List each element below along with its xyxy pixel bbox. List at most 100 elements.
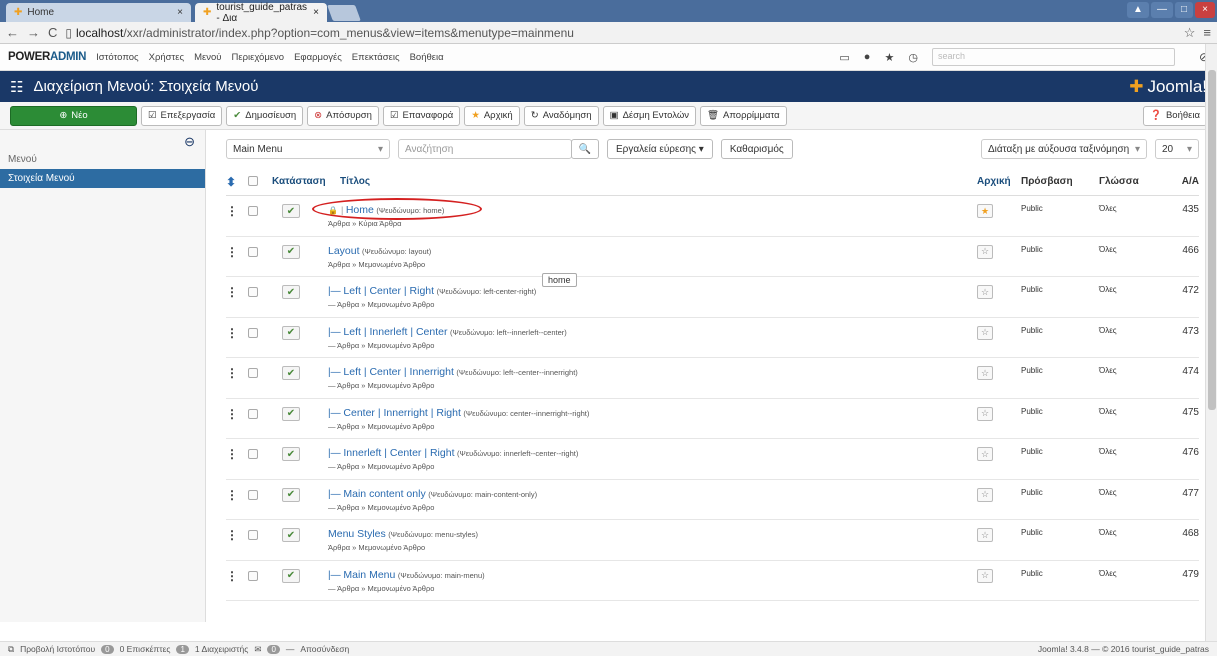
menu-content[interactable]: Περιεχόμενο (231, 52, 284, 63)
menu-users[interactable]: Χρήστες (149, 52, 184, 63)
tab-close-icon[interactable]: × (313, 7, 319, 18)
item-title-link[interactable]: Center | Innerright | Right (343, 407, 461, 419)
row-checkbox[interactable] (248, 327, 258, 338)
menu-site[interactable]: Ιστότοπος (96, 52, 138, 63)
sidebar-item-menus[interactable]: Μενού (0, 150, 205, 169)
window-minimize-button[interactable]: — (1151, 2, 1173, 18)
sort-select[interactable]: Διάταξη με αύξουσα ταξινόμηση ▾ (981, 139, 1147, 159)
item-title-link[interactable]: Left | Center | Right (343, 285, 434, 297)
published-toggle[interactable]: ✔ (282, 568, 300, 583)
reload-icon[interactable]: C (48, 25, 57, 40)
published-toggle[interactable]: ✔ (282, 487, 300, 502)
row-checkbox[interactable] (248, 287, 258, 297)
language-header[interactable]: Γλώσσα (1099, 176, 1159, 187)
drag-handle-icon[interactable]: ⋮ (226, 285, 248, 299)
admin-search-input[interactable]: search (931, 48, 1175, 66)
row-checkbox[interactable] (248, 489, 258, 500)
checkin-button[interactable]: ☑ Επαναφορά (382, 105, 461, 126)
limit-select[interactable]: 20 ▾ (1155, 139, 1199, 159)
monitor-icon[interactable]: ▭ (839, 51, 849, 64)
item-title-link[interactable]: Layout (328, 245, 360, 257)
default-home-star-icon[interactable]: ★ (977, 204, 993, 218)
drag-handle-icon[interactable]: ⋮ (226, 569, 248, 583)
row-checkbox[interactable] (248, 408, 258, 419)
item-title-link[interactable]: Main content only (343, 488, 425, 500)
set-home-star-icon[interactable]: ☆ (977, 487, 993, 502)
published-toggle[interactable]: ✔ (282, 285, 300, 299)
published-toggle[interactable]: ✔ (282, 204, 300, 218)
select-all-checkbox[interactable] (248, 176, 258, 186)
set-home-star-icon[interactable]: ☆ (977, 244, 993, 259)
brand-logo[interactable]: POWERADMIN (8, 51, 86, 63)
drag-handle-icon[interactable]: ⋮ (226, 488, 248, 502)
row-checkbox[interactable] (248, 530, 258, 540)
item-title-link[interactable]: Main Menu (343, 569, 395, 581)
page-scrollbar[interactable] (1205, 44, 1217, 641)
row-checkbox[interactable] (248, 206, 258, 216)
row-checkbox[interactable] (248, 246, 258, 257)
ordering-sort-icon[interactable]: ⬍ (226, 175, 248, 189)
edit-button[interactable]: ☑ Επεξεργασία (141, 105, 223, 126)
published-toggle[interactable]: ✔ (282, 447, 300, 461)
preview-site-link[interactable]: Προβολή Ιστοτόπου (20, 644, 95, 654)
home-button[interactable]: ★ Αρχική (464, 105, 520, 126)
clock-icon[interactable]: ◷ (908, 51, 918, 64)
drag-handle-icon[interactable]: ⋮ (226, 366, 248, 380)
batch-button[interactable]: ▣ Δέσμη Εντολών (602, 105, 696, 126)
drag-handle-icon[interactable]: ⋮ (226, 447, 248, 461)
search-tools-button[interactable]: Εργαλεία εύρεσης ▾ (607, 139, 713, 159)
browser-menu-icon[interactable]: ≡ (1203, 25, 1211, 40)
unpublish-button[interactable]: ⊗ Απόσυρση (307, 105, 379, 126)
set-home-star-icon[interactable]: ☆ (977, 528, 993, 542)
drag-handle-icon[interactable]: ⋮ (226, 528, 248, 542)
set-home-star-icon[interactable]: ☆ (977, 406, 993, 421)
rebuild-button[interactable]: ↻ Αναδόμηση (523, 105, 599, 126)
set-home-star-icon[interactable]: ☆ (977, 447, 993, 461)
row-checkbox[interactable] (248, 570, 258, 581)
drag-handle-icon[interactable]: ⋮ (226, 204, 248, 218)
row-checkbox[interactable] (248, 368, 258, 378)
window-maximize-button[interactable]: □ (1175, 2, 1193, 18)
set-home-star-icon[interactable]: ☆ (977, 366, 993, 380)
scrollbar-thumb[interactable] (1208, 70, 1216, 410)
user-icon[interactable]: ● (864, 51, 871, 63)
item-title-link[interactable]: Left | Innerleft | Center (343, 326, 447, 338)
star-icon[interactable]: ★ (884, 51, 894, 64)
home-header[interactable]: Αρχική (977, 176, 1021, 187)
published-toggle[interactable]: ✔ (282, 406, 300, 421)
window-close-button[interactable]: × (1195, 2, 1215, 18)
drag-handle-icon[interactable]: ⋮ (226, 326, 248, 340)
clear-button[interactable]: Καθαρισμός (720, 139, 793, 159)
set-home-star-icon[interactable]: ☆ (977, 568, 993, 583)
browser-tab-home[interactable]: ✚ Home × (6, 3, 191, 22)
item-title-link[interactable]: Left | Center | Innerright (343, 366, 454, 378)
item-title-link[interactable]: Menu Styles (328, 528, 386, 540)
bookmark-star-icon[interactable]: ☆ (1184, 25, 1196, 41)
menu-components[interactable]: Εφαρμογές (294, 52, 342, 63)
new-button[interactable]: ⊕ Νέο (10, 105, 137, 126)
tab-close-icon[interactable]: × (177, 7, 183, 18)
menu-extensions[interactable]: Επεκτάσεις (352, 52, 400, 63)
title-header[interactable]: Τίτλος (340, 176, 977, 187)
id-header[interactable]: Α/Α (1159, 176, 1199, 187)
set-home-star-icon[interactable]: ☆ (977, 325, 993, 340)
search-button[interactable]: 🔍 (571, 139, 599, 159)
status-header[interactable]: Κατάσταση (272, 176, 340, 187)
menu-menus[interactable]: Μενού (194, 52, 221, 63)
window-user-button[interactable]: ▲ (1127, 2, 1149, 18)
collapse-sidebar-icon[interactable]: ⊖ (184, 134, 195, 150)
row-checkbox[interactable] (248, 449, 258, 459)
item-title-link[interactable]: Innerleft | Center | Right (343, 447, 454, 459)
publish-button[interactable]: ✔ Δημοσίευση (226, 105, 304, 126)
drag-handle-icon[interactable]: ⋮ (226, 407, 248, 421)
url-input[interactable]: ▯ localhost/xxr/administrator/index.php?… (65, 24, 1175, 42)
sidebar-item-menu-items[interactable]: Στοιχεία Μενού (0, 169, 205, 188)
help-button[interactable]: ❓ Βοήθεια (1143, 105, 1207, 126)
published-toggle[interactable]: ✔ (282, 325, 300, 340)
logout-link[interactable]: Αποσύνδεση (300, 644, 349, 654)
access-header[interactable]: Πρόσβαση (1021, 176, 1099, 187)
browser-tab-admin[interactable]: ✚ tourist_guide_patras - Δια × (195, 2, 327, 24)
menu-help[interactable]: Βοήθεια (410, 52, 444, 63)
drag-handle-icon[interactable]: ⋮ (226, 245, 248, 259)
published-toggle[interactable]: ✔ (282, 366, 300, 380)
